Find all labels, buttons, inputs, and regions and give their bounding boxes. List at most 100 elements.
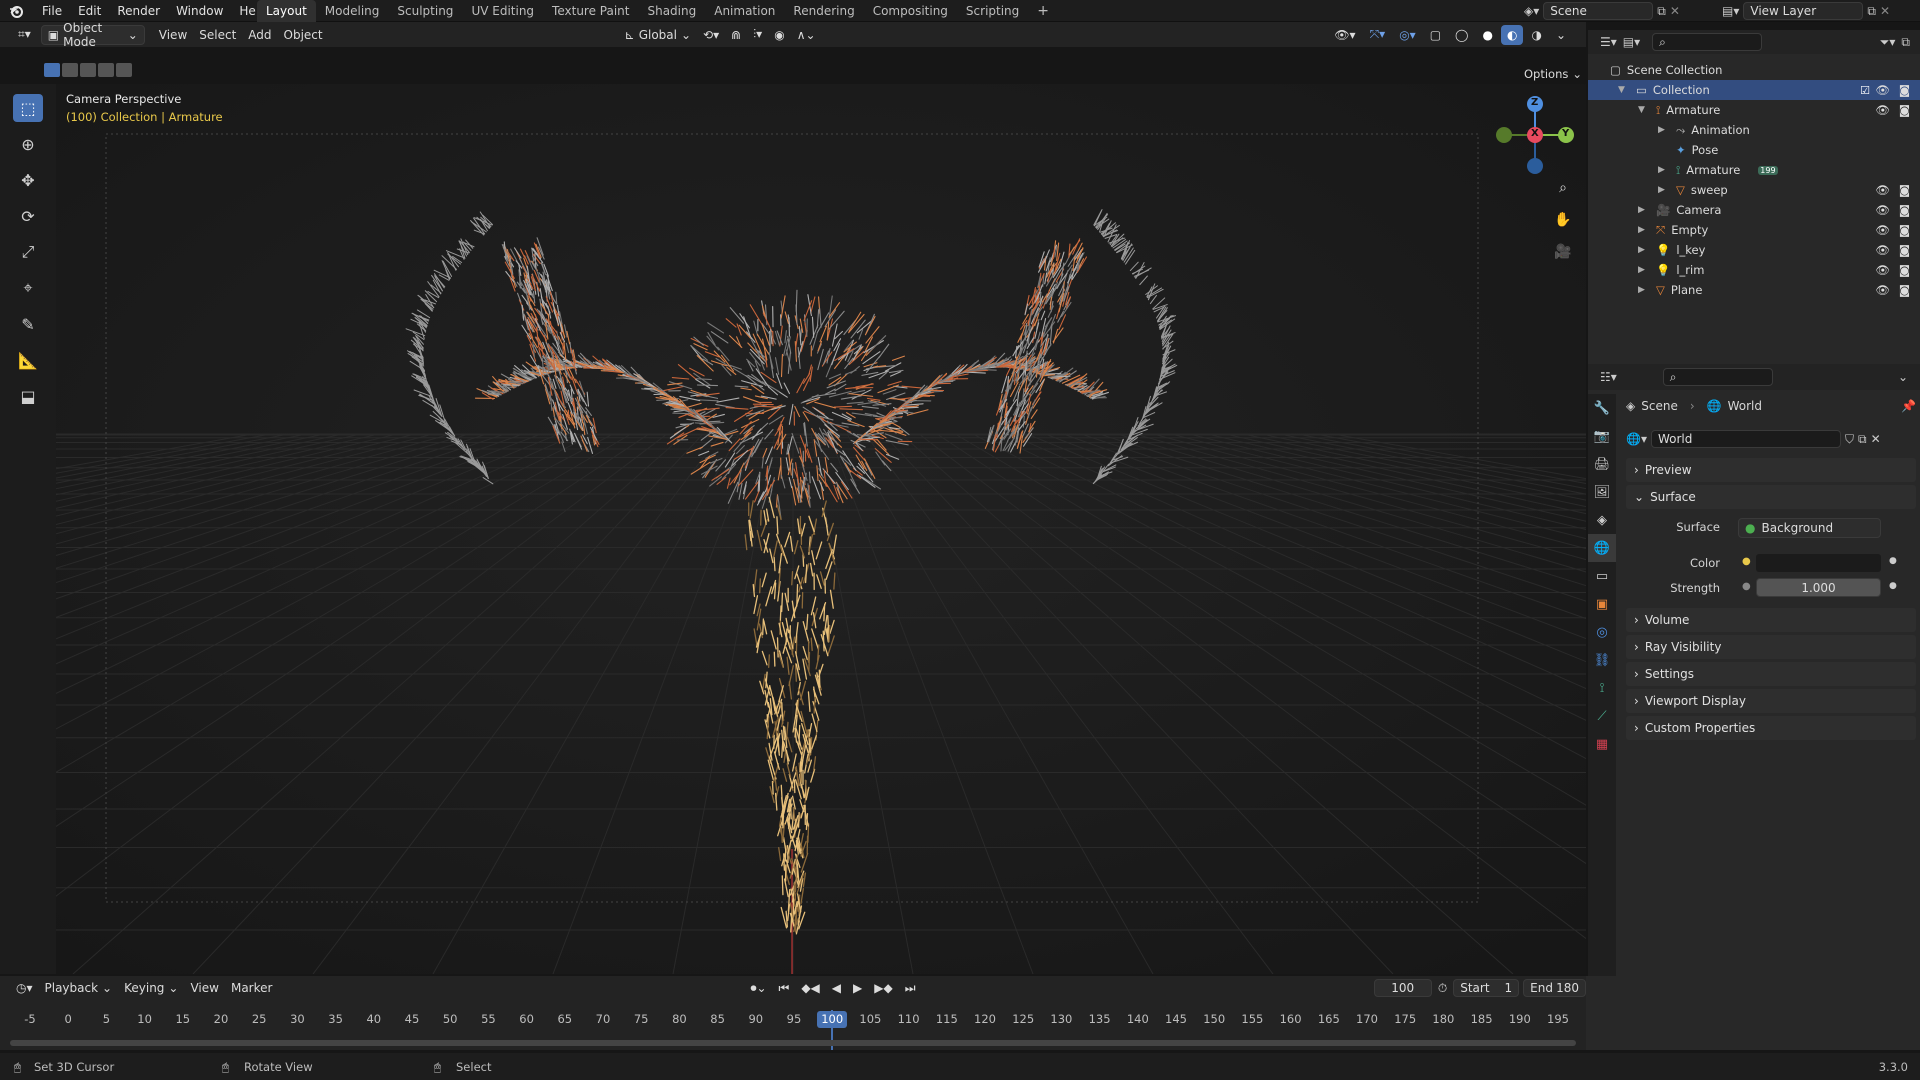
scale-tool-icon[interactable]: ⤢ xyxy=(13,238,43,266)
playback-menu[interactable]: Playback ⌄ xyxy=(39,978,119,998)
outliner-row[interactable]: ▶ 💡 l_rim 👁 ◙ xyxy=(1588,260,1920,280)
tab-modeling[interactable]: Modeling xyxy=(316,0,389,22)
proportional-edit-icon[interactable]: ◉ xyxy=(768,25,790,45)
new-collection-icon[interactable]: ⧉ xyxy=(1901,35,1910,50)
expand-closed-icon[interactable]: ▶ xyxy=(1638,265,1650,275)
properties-editor-icon[interactable]: ☷▾ xyxy=(1600,370,1617,384)
panel-surface[interactable]: ⌄ Surface xyxy=(1626,485,1916,509)
panel-volume[interactable]: › Volume xyxy=(1626,608,1916,632)
preview-range-icon[interactable]: ⏱ xyxy=(1432,978,1453,998)
select-new-icon[interactable] xyxy=(44,63,60,77)
expand-closed-icon[interactable]: ▶ xyxy=(1658,165,1670,175)
expand-closed-icon[interactable]: ▶ xyxy=(1638,285,1650,295)
tab-scripting[interactable]: Scripting xyxy=(957,0,1028,22)
chevron-down-icon[interactable]: ⌄ xyxy=(1898,370,1908,384)
new-view-layer-icon[interactable]: ⧉ xyxy=(1867,4,1876,19)
visibility-eye-icon[interactable]: 👁 xyxy=(1875,83,1890,97)
rendered-shading-icon[interactable]: ◑ xyxy=(1525,25,1547,45)
editor-type-icon[interactable]: ☰▾ xyxy=(1600,35,1617,49)
material-shading-icon[interactable]: ◐ xyxy=(1500,24,1524,45)
blender-logo-icon[interactable] xyxy=(8,3,24,19)
xray-toggle-icon[interactable]: ▢ xyxy=(1424,25,1447,45)
keyframe-dot-icon[interactable]: ● xyxy=(1889,556,1897,566)
fake-user-icon[interactable]: ⛉ xyxy=(1845,432,1854,447)
current-frame-field[interactable]: 100 xyxy=(1373,979,1432,997)
next-keyframe-icon[interactable]: ▶◆ xyxy=(868,978,898,998)
view-layer-selector[interactable]: ▤▾ View Layer ⧉ ✕ xyxy=(1722,2,1890,20)
orientation-selector[interactable]: ⊾ Global ⌄ xyxy=(619,25,697,45)
armature-data-tab-icon[interactable]: ⟟ xyxy=(1588,674,1616,702)
select-subtract-icon[interactable] xyxy=(80,63,96,77)
render-camera-icon[interactable]: ◙ xyxy=(1899,243,1910,257)
editor-type-icon[interactable]: ⌗▾ xyxy=(12,25,37,45)
collection-tab-icon[interactable]: ▭ xyxy=(1588,562,1616,590)
outliner-root-row[interactable]: ▢ Scene Collection xyxy=(1588,60,1920,80)
render-camera-icon[interactable]: ◙ xyxy=(1899,263,1910,277)
menu-file[interactable]: File xyxy=(34,0,70,22)
keyframe-dot-icon[interactable]: ● xyxy=(1889,581,1897,591)
tab-sculpting[interactable]: Sculpting xyxy=(388,0,462,22)
tab-rendering[interactable]: Rendering xyxy=(784,0,863,22)
scene-name-field[interactable]: Scene xyxy=(1543,2,1654,20)
panel-preview[interactable]: › Preview xyxy=(1626,458,1916,482)
jump-end-icon[interactable]: ⏭ xyxy=(899,978,922,998)
output-tab-icon[interactable]: 🖨 xyxy=(1588,450,1616,478)
outliner-row[interactable]: ▼ ▭ Collection 👁 ◙ ☑ xyxy=(1588,80,1920,100)
snap-target-icon[interactable]: ⫶▾ xyxy=(747,25,768,45)
panel-settings[interactable]: › Settings xyxy=(1626,662,1916,686)
overlay-toggle-icon[interactable]: ◎▾ xyxy=(1393,25,1422,45)
snap-icon[interactable]: ⋒ xyxy=(725,25,747,45)
visibility-eye-icon[interactable]: 👁 xyxy=(1875,203,1890,217)
navigation-gizmo[interactable]: Z Y X xyxy=(1490,92,1580,182)
object-tab-icon[interactable]: ▣ xyxy=(1588,590,1616,618)
display-mode-icon[interactable]: ▤▾ xyxy=(1623,35,1640,49)
timeline-ruler[interactable]: -5 0 5 10 15 20 25 30 35 40 45 50 55 60 65 70 75 80 85 90 95… xyxy=(0,1012,1586,1028)
visibility-icon[interactable]: 👁▾ xyxy=(1328,25,1361,45)
timeline-scrollbar[interactable] xyxy=(10,1040,1576,1046)
start-frame-field[interactable]: Start 1 xyxy=(1453,979,1520,997)
outliner-row[interactable]: ▶ ⟟ Armature 199 xyxy=(1588,160,1920,180)
render-camera-icon[interactable]: ◙ xyxy=(1899,103,1910,117)
select-invert-icon[interactable] xyxy=(98,63,114,77)
menu-object[interactable]: Object xyxy=(278,25,329,45)
visibility-eye-icon[interactable]: 👁 xyxy=(1875,223,1890,237)
marker-menu[interactable]: Marker xyxy=(225,978,278,998)
tool-tab-icon[interactable]: 🔧 xyxy=(1588,394,1616,422)
rotate-tool-icon[interactable]: ⟳ xyxy=(13,202,43,230)
select-box-tool-icon[interactable]: ⬚ xyxy=(13,94,43,122)
pin-icon[interactable]: 📌 xyxy=(1901,399,1916,413)
tab-uv-editing[interactable]: UV Editing xyxy=(462,0,543,22)
expand-closed-icon[interactable]: ▶ xyxy=(1658,185,1670,195)
outliner-row[interactable]: ▶ 💡 l_key 👁 ◙ xyxy=(1588,240,1920,260)
visibility-eye-icon[interactable]: 👁 xyxy=(1875,183,1890,197)
outliner-row[interactable]: ▶ ⤳ Animation xyxy=(1588,120,1920,140)
strength-socket-icon[interactable]: ● xyxy=(1742,581,1751,592)
add-workspace-button[interactable]: + xyxy=(1028,0,1058,22)
outliner-row[interactable]: ✦ Pose xyxy=(1588,140,1920,160)
select-extend-icon[interactable] xyxy=(62,63,78,77)
exclude-checkbox-icon[interactable]: ☑ xyxy=(1860,84,1870,97)
annotate-tool-icon[interactable]: ✎ xyxy=(13,310,43,338)
shading-options-icon[interactable]: ⌄ xyxy=(1550,25,1572,45)
solid-shading-icon[interactable]: ● xyxy=(1476,25,1498,45)
color-socket-icon[interactable]: ● xyxy=(1742,556,1751,567)
menu-select[interactable]: Select xyxy=(193,25,242,45)
expand-closed-icon[interactable]: ▶ xyxy=(1658,125,1670,135)
menu-window[interactable]: Window xyxy=(168,0,231,22)
auto-keying-icon[interactable]: ⏺⌄ xyxy=(744,978,772,998)
mode-selector[interactable]: ▣ Object Mode ⌄ xyxy=(40,21,145,49)
visibility-eye-icon[interactable]: 👁 xyxy=(1875,103,1890,117)
scene-selector[interactable]: ◈▾ Scene ⧉ ✕ xyxy=(1524,2,1680,20)
surface-shader-field[interactable]: ● Background xyxy=(1738,518,1881,538)
scene-tab-icon[interactable]: ◈ xyxy=(1588,506,1616,534)
move-tool-icon[interactable]: ✥ xyxy=(13,166,43,194)
end-frame-field[interactable]: End 180 xyxy=(1523,979,1586,997)
bone-tab-icon[interactable]: ⟋ xyxy=(1588,702,1616,730)
3d-viewport[interactable]: Camera Perspective (100) Collection | Ar… xyxy=(0,84,1586,974)
texture-tab-icon[interactable]: ▦ xyxy=(1588,730,1616,758)
strength-field[interactable]: 1.000 xyxy=(1756,578,1881,597)
expand-open-icon[interactable]: ▼ xyxy=(1638,105,1650,115)
zoom-icon[interactable]: ⌕ xyxy=(1551,176,1575,200)
constraints-tab-icon[interactable]: ⛓ xyxy=(1588,646,1616,674)
world-name-field[interactable]: World xyxy=(1650,430,1841,448)
